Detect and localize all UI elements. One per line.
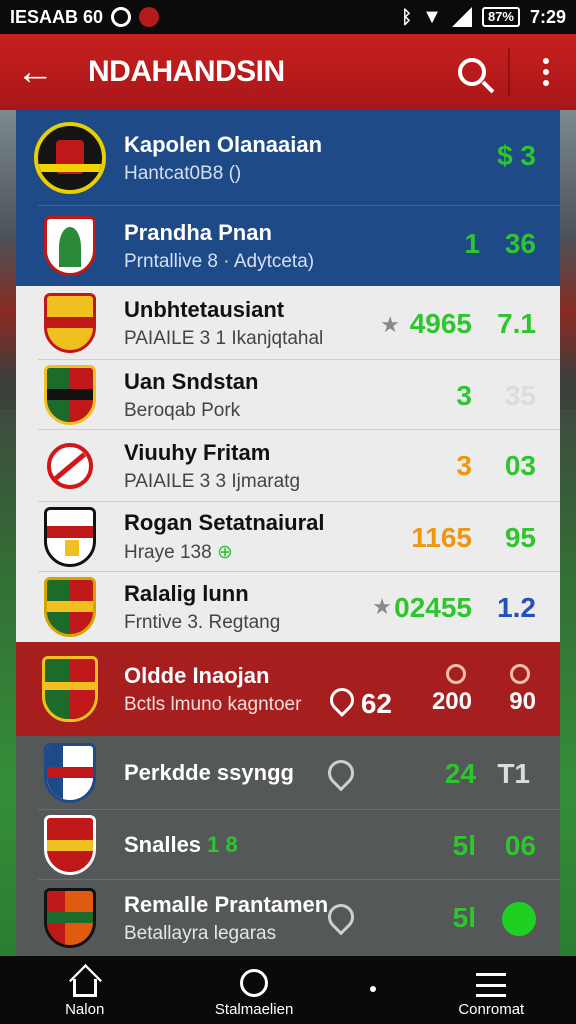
team-name: Uan Sndstan: [124, 368, 259, 394]
nav-stats[interactable]: Stalmaelien: [169, 969, 338, 1018]
list-item[interactable]: Perkdde ssyngg 24 T1: [16, 736, 560, 810]
team-name-extra: 1 8: [207, 832, 238, 857]
nav-comments-label: Conromat: [458, 1001, 525, 1018]
dot-icon: [369, 986, 376, 992]
team-name: Viuuhy Fritam: [124, 439, 271, 465]
signal-icon: [451, 7, 472, 27]
more-options-button[interactable]: [516, 34, 576, 110]
back-button[interactable]: ←: [0, 34, 70, 110]
team-crest-icon: [32, 364, 108, 426]
team-name: Kapolen Olanaaian: [124, 131, 323, 157]
team-name: Unbhtetausiant: [124, 296, 285, 322]
team-name: Snalles 1 8: [124, 832, 238, 857]
team-stat: 24: [444, 758, 476, 789]
team-subtitle: PAIAILE 3 3 Ijmaratg: [124, 470, 301, 492]
list-item[interactable]: Kapolen Olanaaian Hantcat0B8 () $ 3: [16, 110, 560, 206]
nav-home-label: Nalon: [65, 1001, 105, 1018]
team-stat-secondary: T1: [497, 758, 530, 789]
team-crest-icon: [32, 887, 108, 949]
soccer-ball-icon: [240, 969, 269, 997]
page-title: NDAHANDSIN: [88, 55, 285, 88]
team-crest-icon: [32, 292, 108, 354]
team-stat-secondary: 95: [504, 522, 536, 553]
team-crest-icon: [32, 435, 108, 497]
status-dot-icon: [502, 902, 536, 936]
list-item-highlighted[interactable]: Oldde Inaojan Bctls lmuno kagntoer 62 20…: [16, 642, 560, 736]
team-subtitle: Prntallive 8 · Adytceta): [124, 250, 315, 272]
team-name: Ralalig lunn: [124, 580, 249, 606]
list-item[interactable]: Ralalig lunn Frntive 3. Regtang ★ 02455 …: [16, 572, 560, 642]
nav-home[interactable]: Nalon: [0, 969, 169, 1018]
team-stat-secondary: 03: [504, 450, 536, 481]
record-icon: [139, 7, 160, 27]
status-bar: IESAAB 60 ᛒ ▼ 87% 7:29: [0, 0, 576, 34]
team-stat: 1: [464, 228, 480, 259]
team-crest-icon: [32, 122, 108, 194]
search-button[interactable]: [442, 34, 502, 110]
team-crest-icon: [32, 506, 108, 568]
status-time: 7:29: [529, 6, 566, 27]
team-stat: $ 3: [497, 140, 536, 171]
team-stat: 02455: [394, 592, 472, 623]
team-stat: 3: [456, 450, 472, 481]
team-subtitle: Frntive 3. Regtang: [124, 611, 281, 633]
search-icon: [458, 58, 486, 86]
team-subtitle: Hraye 138 ⊕: [124, 542, 233, 563]
team-crest-icon: [32, 656, 108, 722]
team-stat: 5l: [452, 830, 476, 861]
standings-list: Kapolen Olanaaian Hantcat0B8 () $ 3 Pran…: [16, 110, 560, 956]
home-icon: [72, 979, 97, 997]
team-stat: 62: [360, 688, 392, 719]
team-subtitle: PAIAILE 3 1 Ikanjqtahal: [124, 327, 324, 349]
team-crest-icon: [32, 215, 108, 277]
list-item[interactable]: Unbhtetausiant PAIAILE 3 1 Ikanjqtahal ★…: [16, 286, 560, 360]
app-bar: ← NDAHANDSIN: [0, 34, 576, 110]
star-icon[interactable]: ★: [380, 312, 400, 338]
team-stat-secondary: 1.2: [497, 592, 536, 623]
team-subtitle: Beroqab Pork: [124, 399, 241, 421]
list-icon: [476, 973, 507, 997]
team-crest-icon: [32, 814, 108, 876]
team-stat-secondary: 7.1: [497, 308, 536, 339]
status-carrier: IESAAB 60: [10, 6, 104, 27]
team-stat-secondary: 06: [504, 830, 536, 861]
star-icon[interactable]: ★: [372, 594, 392, 620]
team-stat: 3: [456, 380, 472, 411]
nav-stats-label: Stalmaelien: [214, 1001, 294, 1018]
nav-indicator: [339, 986, 407, 1018]
nav-comments[interactable]: Conromat: [407, 973, 576, 1018]
camera-icon: [111, 7, 132, 27]
team-crest-icon: [32, 742, 108, 804]
arrow-left-icon: ←: [16, 50, 54, 93]
team-subtitle: Hantcat0B8 (): [124, 162, 242, 184]
list-item[interactable]: Prandha Pnan Prntallive 8 · Adytceta) 1 …: [16, 206, 560, 286]
team-name: Rogan Setatnaiural: [124, 510, 325, 535]
team-stat-secondary: 36: [504, 228, 536, 259]
list-item[interactable]: Remalle Prantamen Betallayra legaras 5l: [16, 880, 560, 956]
list-item[interactable]: Viuuhy Fritam PAIAILE 3 3 Ijmaratg 3 03: [16, 430, 560, 502]
team-crest-icon: [32, 576, 108, 638]
bottom-navigation: Nalon Stalmaelien Conromat: [0, 956, 576, 1024]
list-item[interactable]: Rogan Setatnaiural Hraye 138 ⊕ 1165 95: [16, 502, 560, 572]
list-item[interactable]: Snalles 1 8 5l 06: [16, 810, 560, 880]
team-stat: 4965: [409, 308, 472, 339]
app-bar-divider: [508, 48, 510, 96]
team-stat: 5l: [452, 902, 476, 933]
team-stat-tertiary: 90: [509, 688, 536, 715]
team-name: Prandha Pnan: [124, 219, 272, 245]
team-stat-secondary: 200: [431, 688, 472, 715]
team-stat: 1165: [411, 522, 472, 553]
emoji-icon: [446, 664, 466, 684]
team-stat-secondary: 35: [504, 380, 536, 411]
team-name: Oldde Inaojan: [124, 662, 270, 688]
battery-indicator: 87%: [481, 7, 520, 27]
wifi-icon: ▼: [422, 5, 442, 28]
list-item[interactable]: Uan Sndstan Beroqab Pork 3 35: [16, 360, 560, 430]
bluetooth-icon: ᛒ: [401, 6, 413, 27]
emoji-icon: [510, 664, 530, 684]
more-vert-icon: [543, 58, 549, 64]
